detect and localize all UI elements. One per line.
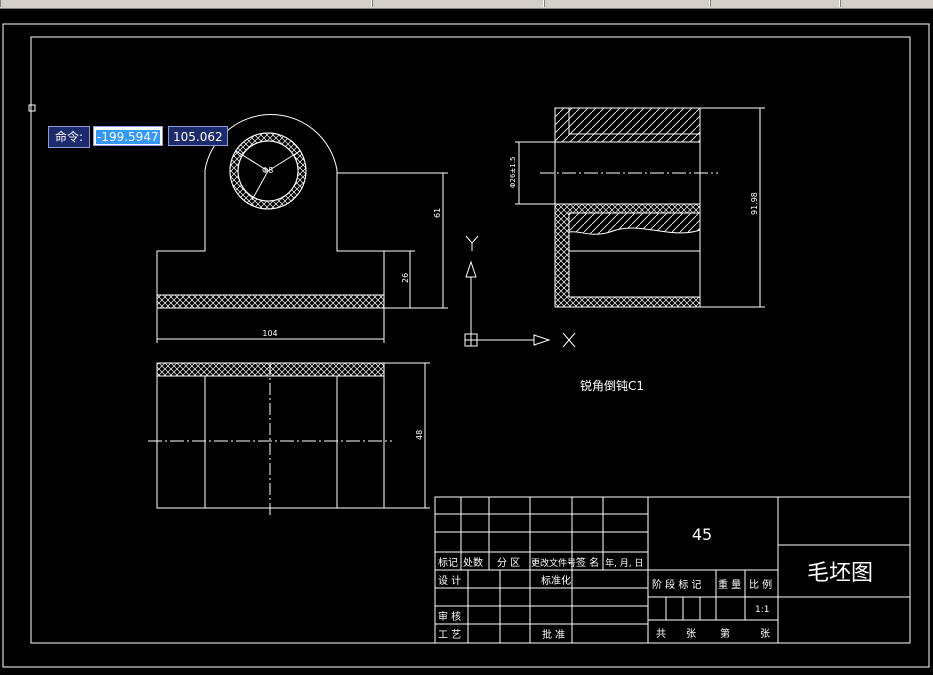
grip-marker <box>28 104 36 112</box>
tb-scale: 1:1 <box>755 605 769 615</box>
tb-drawing-name: 毛坯图 <box>807 561 873 586</box>
dim-bore-label: Φ26±1.5 <box>509 157 517 188</box>
drawing-canvas[interactable]: 104 61 26 Φ8 91.98 Φ26±1.5 48 锐角倒钝C1 标记 … <box>0 9 933 671</box>
toolbar-segment[interactable] <box>544 0 710 7</box>
cad-drawing: 104 61 26 Φ8 91.98 Φ26±1.5 48 锐角倒钝C1 标记 … <box>2 23 930 668</box>
top-toolbar <box>0 0 933 9</box>
tb-mark: 标记 <box>438 557 458 569</box>
tb-zone: 分 区 <box>497 557 520 569</box>
tb-sheets: 张 <box>686 628 696 640</box>
dim-height-base-label: 26 <box>401 273 410 283</box>
dim-height-top-label: 61 <box>433 208 442 218</box>
tb-design: 设 计 <box>438 574 461 587</box>
command-prompt-label: 命令: <box>48 126 90 148</box>
coordinate-x-value: -199.5947 <box>96 130 160 144</box>
tb-standardize: 标准化 <box>541 574 571 587</box>
tb-review: 审 核 <box>438 610 461 623</box>
dim-bottom-label: 48 <box>415 430 424 440</box>
tb-material: 45 <box>692 525 712 544</box>
toolbar-segment[interactable] <box>840 0 933 7</box>
dim-side-height-label: 91.98 <box>750 192 759 215</box>
tb-date: 年, 月, 日 <box>605 557 643 569</box>
tb-sheet: 张 <box>760 628 770 640</box>
tb-stage-mark: 阶 段 标 记 <box>652 578 702 591</box>
toolbar-segment[interactable] <box>0 0 372 7</box>
tb-total: 共 <box>656 628 666 640</box>
coordinate-y-input[interactable]: 105.062 <box>168 126 228 146</box>
dim-circle-label: Φ8 <box>262 166 273 175</box>
dim-width-label: 104 <box>262 329 277 338</box>
tb-process: 工 艺 <box>438 629 461 641</box>
tb-change-doc: 更改文件号 <box>531 557 576 569</box>
front-view <box>156 114 448 343</box>
toolbar-segment[interactable] <box>372 0 544 7</box>
toolbar-segment[interactable] <box>710 0 840 7</box>
tb-sign: 签 名 <box>576 556 599 569</box>
coordinate-x-input[interactable]: -199.5947 <box>93 126 163 146</box>
tb-weight: 重 量 <box>718 578 741 591</box>
tb-count: 处数 <box>463 556 483 569</box>
tb-approve: 批 准 <box>542 628 565 641</box>
tb-page-no: 第 <box>720 627 730 640</box>
side-view <box>515 107 765 308</box>
bottom-view <box>148 362 430 515</box>
tb-ratio: 比 例 <box>749 578 772 591</box>
note-text: 锐角倒钝C1 <box>580 379 644 393</box>
